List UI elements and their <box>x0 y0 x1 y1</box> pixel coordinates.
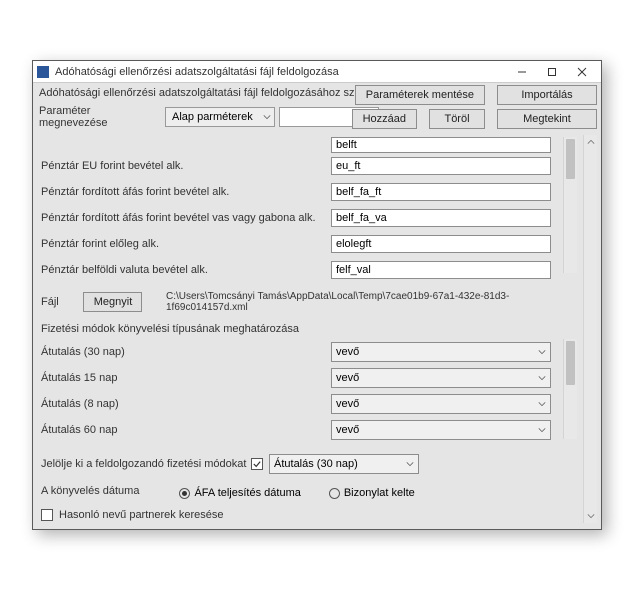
radio-label: ÁFA teljesítés dátuma <box>194 487 300 499</box>
table-row: Pénztár EU forint bevétel alk. <box>41 153 577 179</box>
payment-dropdown[interactable]: vevő <box>331 420 551 440</box>
row-input[interactable] <box>331 157 551 175</box>
view-button[interactable]: Megtekint <box>497 109 597 129</box>
row-label: Pénztár fordított áfás forint bevétel va… <box>41 212 331 224</box>
upper-scroll-thumb[interactable] <box>566 139 575 179</box>
save-parameters-button[interactable]: Paraméterek mentése <box>355 85 485 105</box>
payment-label: Átutalás (8 nap) <box>41 398 331 410</box>
import-button[interactable]: Importálás <box>497 85 597 105</box>
parameter-name-label: Paraméter megnevezése <box>39 105 161 129</box>
payments-scrollbar[interactable] <box>563 339 577 439</box>
row-label: Pénztár forint előleg alk. <box>41 238 331 250</box>
scroll-up-icon[interactable] <box>584 135 598 149</box>
partial-field-input[interactable] <box>331 137 551 153</box>
title-bar: Adóhatósági ellenőrzési adatszolgáltatás… <box>33 61 601 83</box>
app-window: Adóhatósági ellenőrzési adatszolgáltatás… <box>32 60 602 530</box>
add-button[interactable]: Hozzáad <box>352 109 417 129</box>
payment-label: Átutalás 15 nap <box>41 372 331 384</box>
table-row: Pénztár forint előleg alk. <box>41 231 577 257</box>
radio-voucher-date[interactable]: Bizonylat kelte <box>329 487 415 499</box>
row-input[interactable] <box>331 183 551 201</box>
parameter-set-value: Alap parméterek <box>172 111 253 123</box>
date-basis-label: A könyvelés dátuma <box>41 485 139 497</box>
chevron-down-icon <box>538 348 546 356</box>
open-file-button[interactable]: Megnyit <box>83 292 142 312</box>
payment-dropdown[interactable]: vevő <box>331 368 551 388</box>
radio-label: Bizonylat kelte <box>344 487 415 499</box>
date-basis-radio-group: ÁFA teljesítés dátuma Bizonylat kelte <box>179 487 414 499</box>
similar-partners-label: Hasonló nevű partnerek keresése <box>59 509 223 521</box>
payment-label: Átutalás 60 nap <box>41 424 331 436</box>
mark-payments-label: Jelölje ki a feldolgozandó fizetési módo… <box>41 458 251 470</box>
similar-partners-checkbox[interactable] <box>41 509 53 521</box>
payment-row: Átutalás 60 nap vevő <box>41 417 577 443</box>
maximize-button[interactable] <box>537 62 567 82</box>
chevron-down-icon <box>538 400 546 408</box>
payments-scroll-thumb[interactable] <box>566 341 575 385</box>
mark-payments-combo[interactable]: Átutalás (30 nap) <box>269 454 419 474</box>
row-input[interactable] <box>331 261 551 279</box>
payment-row: Átutalás (30 nap) vevő <box>41 339 577 365</box>
payment-row: Átutalás 15 nap vevő <box>41 365 577 391</box>
payment-dropdown[interactable]: vevő <box>331 342 551 362</box>
row-input[interactable] <box>331 209 551 227</box>
row-label: Pénztár belföldi valuta bevétel alk. <box>41 264 331 276</box>
outer-scrollbar[interactable] <box>583 135 597 523</box>
main-scroll-area: Pénztár EU forint bevétel alk. Pénztár f… <box>37 135 597 523</box>
parameter-set-combo[interactable]: Alap parméterek <box>165 107 275 127</box>
outer-scroll-track[interactable] <box>584 149 597 509</box>
chevron-down-icon <box>538 374 546 382</box>
mark-payments-row: Jelölje ki a feldolgozandó fizetési módo… <box>41 451 577 477</box>
payment-section-title: Fizetési módok könyvelési típusának megh… <box>41 323 577 335</box>
window-title: Adóhatósági ellenőrzési adatszolgáltatás… <box>55 66 507 78</box>
mark-payments-checkbox[interactable] <box>251 458 263 470</box>
similar-partners-row: Hasonló nevű partnerek keresése <box>41 509 577 521</box>
table-row: Pénztár fordított áfás forint bevétel al… <box>41 179 577 205</box>
payment-label: Átutalás (30 nap) <box>41 346 331 358</box>
payment-dropdown[interactable]: vevő <box>331 394 551 414</box>
file-path: C:\Users\Tomcsányi Tamás\AppData\Local\T… <box>166 291 577 313</box>
app-icon <box>37 66 49 78</box>
window-body: Adóhatósági ellenőrzési adatszolgáltatás… <box>33 83 601 529</box>
chevron-down-icon <box>538 426 546 434</box>
table-row: Pénztár fordított áfás forint bevétel va… <box>41 205 577 231</box>
row-label: Pénztár EU forint bevétel alk. <box>41 160 331 172</box>
scroll-down-icon[interactable] <box>584 509 598 523</box>
file-label: Fájl <box>41 296 59 308</box>
row-label: Pénztár fordított áfás forint bevétel al… <box>41 186 331 198</box>
chevron-down-icon <box>263 113 271 121</box>
delete-button[interactable]: Töröl <box>429 109 485 129</box>
close-button[interactable] <box>567 62 597 82</box>
chevron-down-icon <box>406 460 414 468</box>
row-input[interactable] <box>331 235 551 253</box>
radio-afa-date[interactable]: ÁFA teljesítés dátuma <box>179 487 300 499</box>
file-row: Fájl Megnyit C:\Users\Tomcsányi Tamás\Ap… <box>41 291 577 313</box>
minimize-button[interactable] <box>507 62 537 82</box>
upper-scrollbar[interactable] <box>563 137 577 273</box>
table-row: Pénztár belföldi valuta bevétel alk. <box>41 257 577 283</box>
content-panel: Pénztár EU forint bevétel alk. Pénztár f… <box>37 135 581 523</box>
payment-row: Átutalás (8 nap) vevő <box>41 391 577 417</box>
